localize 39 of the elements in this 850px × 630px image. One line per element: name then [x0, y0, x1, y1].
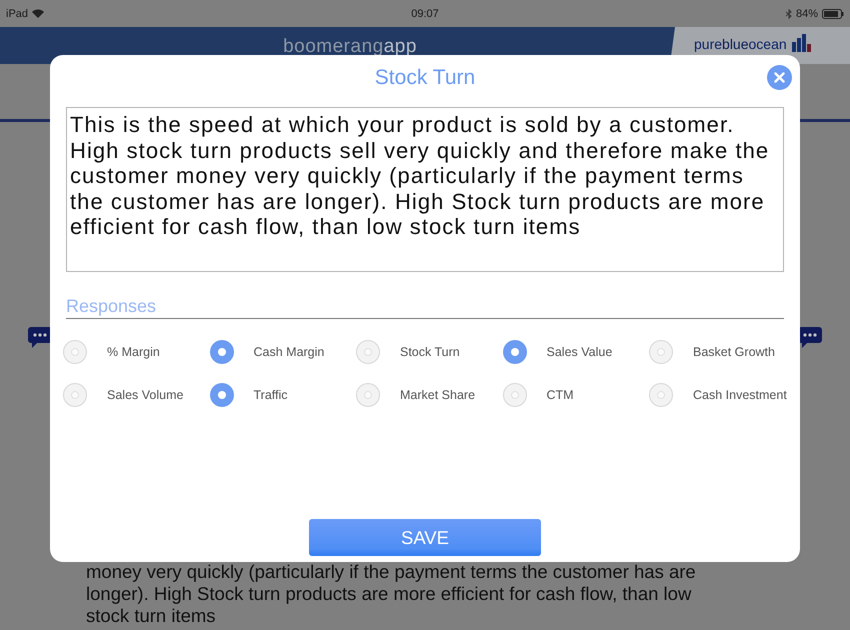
radio-button[interactable]: [502, 382, 526, 406]
wifi-icon: [32, 9, 44, 18]
background-text: stock turn items: [86, 605, 217, 627]
radio-label: Basket Growth: [693, 344, 775, 358]
radio-button[interactable]: [210, 340, 234, 364]
battery-percent: 84%: [796, 8, 818, 20]
background-text: money very quickly (particularly if the payment terms the customer has are: [86, 561, 697, 583]
radio-label: Stock Turn: [400, 344, 460, 358]
radio-button[interactable]: [502, 340, 526, 364]
device-name: iPad: [6, 8, 28, 20]
radio-label: % Margin: [107, 344, 160, 358]
app-logo: boomerangapp: [283, 36, 417, 58]
radio-label: Traffic: [254, 388, 288, 402]
radio-label: Cash Margin: [254, 344, 324, 358]
radio-button[interactable]: [649, 382, 673, 406]
radio-button[interactable]: [356, 382, 380, 406]
close-icon: [774, 72, 785, 83]
radio-label: Market Share: [400, 388, 476, 402]
radio-button[interactable]: [63, 382, 87, 406]
responses-label: Responses: [66, 296, 156, 316]
brand-logo-text: pureblueocean: [694, 36, 787, 52]
radio-button[interactable]: [210, 382, 234, 406]
radio-label: Sales Value: [546, 344, 612, 358]
dialog-title: Stock Turn: [374, 66, 476, 90]
radio-label: Sales Volume: [107, 388, 184, 402]
clock: 09:07: [411, 8, 439, 20]
radio-label: CTM: [546, 388, 574, 402]
bluetooth-icon: [786, 8, 792, 18]
chat-bubble-icon: [28, 327, 52, 349]
radio-button[interactable]: [63, 340, 87, 364]
bar-chart-icon: [790, 32, 811, 52]
radio-label: Cash Investment: [693, 388, 787, 402]
radio-button[interactable]: [649, 340, 673, 364]
battery-icon: [822, 8, 844, 18]
description-text-area[interactable]: This is the speed at which your product is sold by a customer. High stock turn products sell very quickly and therefore make the customer money very quickly (particularly if the payment terms the customer has are longer). High Stock turn products are more efficient for cash flow, than low stock turn items: [66, 107, 784, 272]
chat-bubble-icon: [798, 327, 822, 349]
close-button[interactable]: [767, 65, 792, 90]
background-text: longer). High Stock turn products are more efficient for cash flow, than low: [86, 583, 692, 605]
radio-button[interactable]: [356, 340, 380, 364]
